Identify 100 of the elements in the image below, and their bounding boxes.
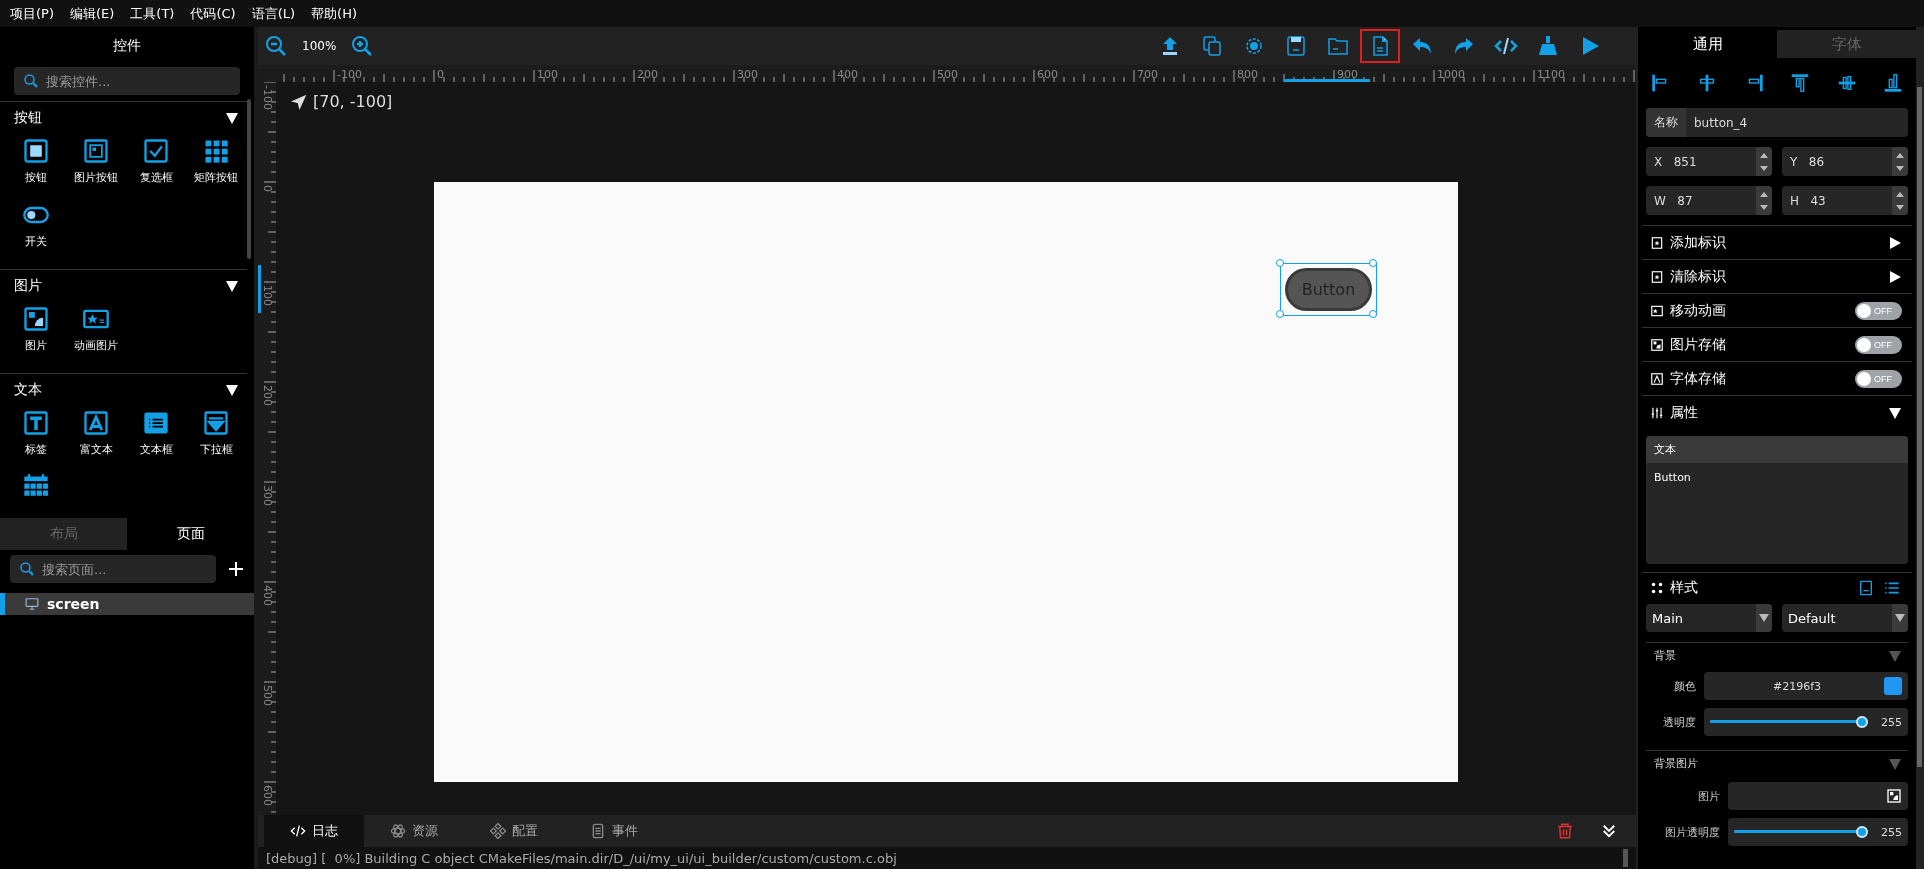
ruler-label: -100 — [337, 69, 362, 80]
image-icon — [1886, 788, 1902, 804]
widget-label[interactable]: 标签 — [25, 442, 47, 457]
image-field[interactable] — [1728, 782, 1908, 810]
menu-item[interactable]: 代码(C) — [182, 4, 244, 23]
add-icon[interactable] — [226, 559, 246, 579]
log-line: [debug] [ 0%] Building C object CMakeFiles/main.dir/D_/ui/my_ui/ui_builder/custom/custom.c.obj — [266, 850, 897, 866]
log-tab[interactable]: 日志 — [264, 815, 364, 847]
page-label: screen — [47, 596, 100, 612]
menu-item[interactable]: 帮助(H) — [303, 4, 365, 23]
field-label: 文本 — [1646, 436, 1908, 463]
ruler-label: 300 — [262, 485, 273, 506]
style-select[interactable]: Default — [1782, 604, 1908, 632]
ruler-label: 400 — [262, 585, 273, 606]
widget-label[interactable]: 下拉框 — [199, 442, 233, 457]
search-field[interactable]: 搜索页面... — [10, 555, 216, 583]
cursor-position: [70, -100] — [313, 92, 393, 111]
scrollbar[interactable] — [247, 99, 251, 259]
property-label: 图片透明度 — [1664, 824, 1720, 840]
property-label: 字体存储 — [1670, 369, 1726, 388]
property-label: 图片 — [1697, 788, 1720, 804]
image-icon[interactable] — [22, 305, 50, 333]
scrollbar[interactable] — [1623, 849, 1628, 867]
ruler-label: -100 — [262, 85, 273, 110]
color-field[interactable]: #2196f3 — [1704, 672, 1908, 700]
property-label: 透明度 — [1662, 714, 1696, 730]
slider-thumb[interactable] — [1856, 716, 1868, 728]
expand-triangle-icon[interactable] — [1888, 269, 1902, 284]
spin-value: W 87 — [1653, 193, 1694, 208]
spin-box[interactable]: Y 86 — [1782, 147, 1908, 176]
search-field[interactable]: 搜索控件... — [14, 67, 240, 95]
scrollbar[interactable] — [1917, 87, 1922, 767]
expand-triangle-icon[interactable] — [1888, 235, 1902, 250]
section-title: 样式 — [1670, 578, 1698, 597]
checkbox-icon[interactable] — [142, 137, 170, 165]
spin-box[interactable]: W 87 — [1646, 186, 1772, 215]
file-icon[interactable] — [1360, 29, 1400, 63]
name-field[interactable]: 名称 button_4 — [1646, 108, 1908, 137]
spin-arrows-icon[interactable] — [1760, 190, 1768, 211]
cursor-arrow-icon — [291, 93, 307, 110]
spin-arrows-icon[interactable] — [1896, 151, 1904, 172]
menu-item[interactable]: 工具(T) — [122, 4, 183, 23]
menu-item[interactable]: 项目(P) — [2, 4, 62, 23]
spin-arrows-icon[interactable] — [1896, 190, 1904, 211]
text-property-field[interactable]: 文本 Button — [1646, 436, 1908, 564]
section-title: 背景 — [1654, 648, 1676, 663]
ruler-label: 700 — [1137, 69, 1158, 80]
log-tab[interactable]: 事件 — [564, 815, 664, 847]
ruler-label: 1000 — [1437, 69, 1465, 80]
collapse-triangle-icon[interactable] — [225, 382, 239, 397]
dropdown-icon[interactable] — [202, 409, 230, 437]
menu-item[interactable]: 语言(L) — [243, 4, 304, 23]
document-icon — [590, 823, 606, 839]
property-label: 移动动画 — [1670, 301, 1726, 320]
caret-icon — [1759, 614, 1769, 622]
caret-icon — [1895, 614, 1905, 622]
widget-label[interactable]: 动画图片 — [74, 338, 118, 353]
spin-box[interactable]: X 851 — [1646, 147, 1772, 176]
color-swatch[interactable] — [1884, 677, 1902, 695]
style-select[interactable]: Main — [1646, 604, 1772, 632]
text-label-icon[interactable] — [22, 409, 50, 437]
page-item[interactable]: screen — [0, 593, 254, 615]
collapse-triangle-icon[interactable] — [225, 278, 239, 293]
log-tab[interactable]: 资源 — [364, 815, 464, 847]
slider-value: 255 — [1880, 715, 1902, 729]
menu-item[interactable]: 编辑(E) — [62, 4, 123, 23]
widget-label[interactable]: 图片 — [25, 338, 47, 353]
color-value: #2196f3 — [1771, 679, 1823, 693]
group-title: 图片 — [14, 276, 42, 295]
widget-label[interactable]: 图片按钮 — [74, 170, 118, 185]
group-title: 文本 — [14, 380, 42, 399]
bookmark-icon — [1650, 269, 1664, 284]
widget-label[interactable]: 矩阵按钮 — [194, 170, 238, 185]
collapse-triangle-icon[interactable] — [1888, 406, 1902, 420]
spin-arrows-icon[interactable] — [1760, 151, 1768, 172]
ruler-label: 600 — [1037, 69, 1058, 80]
ruler-label: 0 — [437, 69, 444, 80]
ruler-label: 500 — [262, 685, 273, 706]
search-icon — [18, 560, 36, 578]
widget-label[interactable]: 富文本 — [79, 442, 113, 457]
ruler-label: 100 — [537, 69, 558, 80]
ruler-label: 300 — [737, 69, 758, 80]
collapse-triangle-icon[interactable] — [225, 110, 239, 125]
property-label: 清除标识 — [1670, 267, 1726, 286]
rich-text-icon[interactable] — [82, 409, 110, 437]
dots-icon — [1650, 580, 1664, 595]
diamond-icon — [490, 823, 506, 839]
panel-title: 控件 — [112, 36, 142, 55]
spin-box[interactable]: H 43 — [1782, 186, 1908, 215]
widget-label[interactable]: 按钮 — [25, 170, 47, 185]
widget-label[interactable]: 文本框 — [139, 442, 173, 457]
log-tab[interactable]: 配置 — [464, 815, 564, 847]
button-widget-icon[interactable] — [22, 137, 50, 165]
property-label: 颜色 — [1673, 678, 1696, 694]
image-button-icon[interactable] — [82, 137, 110, 165]
spin-value: Y 86 — [1789, 154, 1826, 169]
widget-label[interactable]: 复选框 — [139, 170, 173, 185]
code-icon — [290, 823, 306, 839]
widget-label[interactable]: 开关 — [25, 234, 47, 249]
slider-thumb[interactable] — [1856, 826, 1868, 838]
